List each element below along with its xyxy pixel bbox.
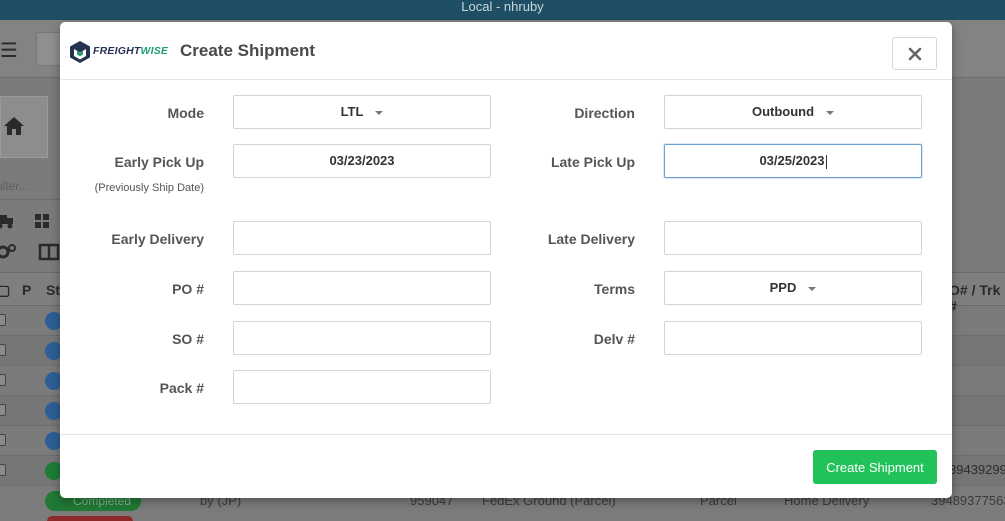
freightwise-logo: FREIGHTWISE	[93, 45, 168, 57]
terms-value: PPD	[769, 280, 797, 295]
mode-select[interactable]: LTL	[233, 95, 491, 129]
caret-down-icon	[826, 110, 835, 115]
filter-placeholder: ilter...	[0, 179, 29, 193]
late-pick-up-value: 03/25/2023	[759, 153, 825, 168]
late-delivery-label: Late Delivery	[547, 231, 635, 247]
header-p[interactable]: P	[22, 282, 31, 298]
row-checkbox[interactable]	[0, 434, 6, 446]
freightwise-logo-icon	[70, 41, 90, 63]
so-input[interactable]	[233, 321, 491, 355]
direction-label: Direction	[574, 105, 635, 121]
early-pick-up-value: 03/23/2023	[329, 153, 395, 168]
early-delivery-label: Early Delivery	[111, 231, 204, 247]
delv-input[interactable]	[664, 321, 922, 355]
settings-cogs-icon[interactable]	[0, 240, 18, 262]
pack-input[interactable]	[233, 370, 491, 404]
truck-icon[interactable]	[0, 210, 18, 232]
delv-label: Delv #	[593, 331, 635, 347]
terms-label: Terms	[594, 281, 635, 297]
late-pick-up-label: Late Pick Up	[550, 154, 635, 170]
row-checkbox[interactable]	[0, 464, 6, 476]
logo-text-primary: FREIGHT	[93, 45, 141, 57]
early-pick-up-label: Early Pick Up	[114, 154, 205, 170]
window-titlebar: Local - nhruby	[0, 0, 1005, 20]
home-icon[interactable]	[2, 114, 26, 138]
columns-icon[interactable]	[38, 241, 60, 263]
mode-value: LTL	[340, 104, 364, 119]
window-title: Local - nhruby	[461, 0, 544, 14]
close-button[interactable]	[892, 37, 937, 70]
modal-header: FREIGHTWISE Create Shipment	[60, 22, 952, 80]
close-icon	[908, 47, 922, 61]
status-badge	[47, 516, 133, 521]
text-cursor	[825, 154, 827, 169]
hamburger-menu-icon[interactable]: ☰	[0, 38, 18, 62]
po-label: PO #	[172, 281, 204, 297]
row-checkbox[interactable]	[0, 374, 6, 386]
create-shipment-button[interactable]: Create Shipment	[813, 450, 937, 484]
mode-label: Mode	[167, 105, 204, 121]
modal-title: Create Shipment	[180, 41, 316, 60]
early-delivery-input[interactable]	[233, 221, 491, 255]
caret-down-icon	[808, 286, 817, 291]
po-input[interactable]	[233, 271, 491, 305]
early-pick-up-input[interactable]: 03/23/2023	[233, 144, 491, 178]
background-filter-input[interactable]: ilter...	[0, 172, 60, 200]
early-pick-up-sublabel: (Previously Ship Date)	[94, 182, 204, 194]
so-label: SO #	[172, 331, 204, 347]
direction-value: Outbound	[751, 104, 815, 119]
row-checkbox[interactable]	[0, 404, 6, 416]
late-pick-up-input[interactable]: 03/25/2023	[664, 144, 922, 178]
header-checkbox[interactable]: ▢	[0, 282, 10, 299]
caret-down-icon	[375, 110, 384, 115]
late-delivery-input[interactable]	[664, 221, 922, 255]
row-checkbox[interactable]	[0, 344, 6, 356]
logo-text-accent: WISE	[140, 45, 169, 57]
row-tracking: 394392995	[949, 462, 1005, 477]
row-checkbox[interactable]	[0, 314, 6, 326]
modal-footer: Create Shipment	[60, 434, 952, 498]
direction-select[interactable]: Outbound	[664, 95, 922, 129]
grid-icon[interactable]	[32, 210, 54, 232]
create-shipment-modal: FREIGHTWISE Create Shipment Mode LTL Dir…	[60, 22, 952, 498]
pack-label: Pack #	[159, 380, 204, 396]
terms-select[interactable]: PPD	[664, 271, 922, 305]
